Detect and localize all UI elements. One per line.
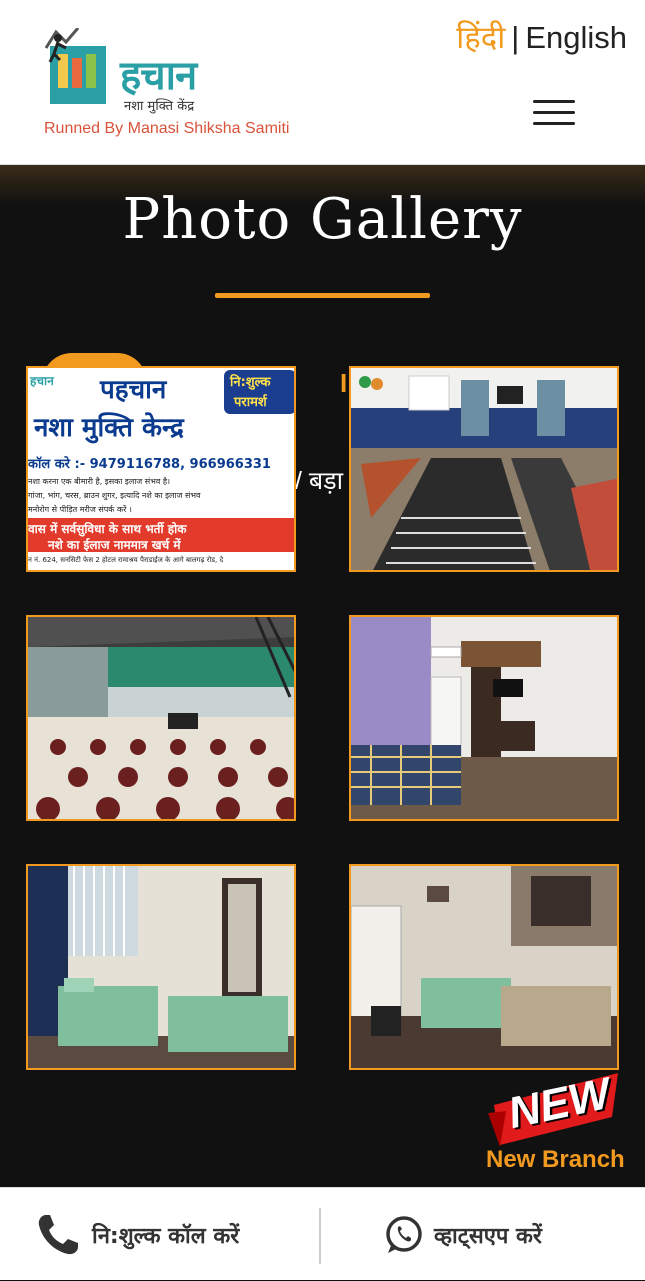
free-call-button[interactable]: नि:शुल्क कॉल करें — [36, 1188, 239, 1281]
poster-band-2: नशे का ईलाज नाममात्र खर्च में — [48, 538, 181, 552]
site-header: हचान नशा मुक्ति केंद्र Runned By Manasi … — [0, 0, 645, 165]
poster-band-1: वास में सर्वसुविधा के साथ भर्ती होक — [28, 522, 187, 536]
gallery-photo-hall[interactable] — [349, 366, 619, 572]
free-call-label: नि:शुल्क कॉल करें — [92, 1223, 240, 1249]
poster-free-box: नि:शुल्क परामर्श — [224, 370, 294, 414]
lang-separator: | — [511, 20, 520, 55]
gallery-photo-bedroom[interactable] — [349, 615, 619, 821]
lang-hindi-link[interactable]: हिंदी — [456, 20, 505, 55]
logo-climber-icon — [44, 28, 106, 104]
logo-title: हचान — [120, 53, 197, 99]
poster-free-bottom: परामर्श — [234, 395, 267, 410]
logo-runned-by: Runned By Manasi Shiksha Samiti — [44, 120, 290, 137]
poster-line-1: नशा करना एक बीमारी है, इसका इलाज संभव है… — [28, 477, 171, 486]
poster-headline: नशा मुक्ति केन्द्र — [34, 413, 184, 443]
poster-brand-small: हचान — [30, 374, 54, 388]
poster-red-band: वास में सर्वसुविधा के साथ भर्ती होक नशे … — [28, 518, 294, 552]
footer-divider — [319, 1208, 321, 1264]
gallery-photo-terrace[interactable] — [26, 615, 296, 821]
hall-illustration — [351, 368, 617, 570]
new-branch-illustration — [351, 866, 617, 1068]
gallery-photo-poster[interactable]: हचान पहचान नि:शुल्क परामर्श नशा मुक्ति क… — [26, 366, 296, 572]
poster-address: न नं. 624, सनसिटी फेस 2 होटल रामाश्रय पै… — [28, 556, 224, 564]
bottom-action-bar: नि:शुल्क कॉल करें व्हाट्सएप करें — [0, 1187, 645, 1280]
page-title: Photo Gallery — [122, 187, 523, 252]
whatsapp-label: व्हाट्सएप करें — [434, 1223, 542, 1249]
whatsapp-icon — [386, 1215, 422, 1253]
phone-icon — [38, 1214, 78, 1254]
poster-line-3: मनोरोग से पीड़ित मरीज संपर्क करें । — [28, 505, 132, 514]
twin-beds-illustration — [28, 866, 294, 1068]
lang-english-link[interactable]: English — [525, 20, 627, 55]
poster-brand: पहचान — [100, 375, 167, 405]
terrace-illustration — [28, 617, 294, 819]
poster-call: कॉल करे :- 9479116788, 966966331 — [28, 457, 271, 472]
site-logo[interactable]: हचान नशा मुक्ति केंद्र Runned By Manasi … — [40, 18, 330, 148]
whatsapp-button[interactable]: व्हाट्सएप करें — [384, 1188, 542, 1281]
language-switcher: हिंदी | English — [456, 16, 627, 58]
poster-line-2: गांजा, भांग, चरस, ब्राउन शुगर, इत्यादि न… — [28, 491, 201, 500]
logo-subtitle: नशा मुक्ति केंद्र — [124, 99, 195, 114]
title-underline — [215, 293, 430, 298]
gallery-photo-new-branch[interactable] — [349, 864, 619, 1070]
poster-free-top: नि:शुल्क — [230, 375, 271, 390]
new-branch-label: New Branch — [486, 1146, 625, 1173]
hamburger-icon[interactable] — [533, 100, 575, 128]
bedroom-illustration — [351, 617, 617, 819]
gallery-photo-twin-beds[interactable] — [26, 864, 296, 1070]
